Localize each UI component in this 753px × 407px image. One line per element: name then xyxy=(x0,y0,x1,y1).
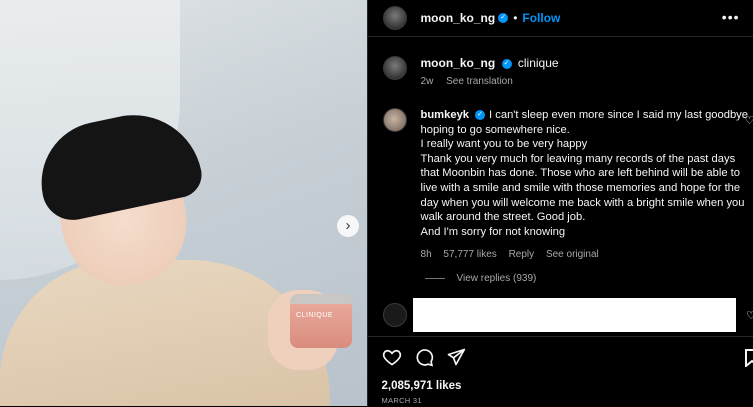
verified-badge-icon: ✓ xyxy=(501,58,512,69)
instagram-post-view: CLINIQUE › moon_ko_ng ✓ • Follow ••• moo… xyxy=(0,0,753,406)
post-caption: moon_ko_ng ✓ clinique 2w See translation xyxy=(382,56,559,87)
next-comment-item xyxy=(382,303,407,327)
see-translation-link[interactable]: See translation xyxy=(446,76,513,87)
redacted-comment-box xyxy=(412,298,736,332)
view-replies-button[interactable]: View replies (939) xyxy=(424,273,537,284)
comment-line: I really want you to be very happy xyxy=(420,138,588,151)
next-comment-like-icon[interactable]: ♡ xyxy=(746,309,753,322)
comment-bubble-icon[interactable] xyxy=(414,347,434,367)
comment-likes-link[interactable]: 57,777 likes xyxy=(443,249,496,260)
like-heart-icon[interactable] xyxy=(382,347,402,367)
caption-text[interactable]: clinique xyxy=(518,56,559,70)
comment-age: 8h xyxy=(420,249,432,261)
next-image-button[interactable]: › xyxy=(337,215,359,237)
replies-line xyxy=(424,278,445,279)
post-likes-count[interactable]: 2,085,971 likes xyxy=(382,380,462,392)
see-original-link[interactable]: See original xyxy=(546,249,599,260)
follow-button[interactable]: Follow xyxy=(522,11,560,25)
caption-meta: 2w See translation xyxy=(421,76,559,87)
commenter-username[interactable]: bumkeyk xyxy=(421,109,470,121)
caption-age: 2w xyxy=(420,76,434,87)
jar-label: CLINIQUE xyxy=(296,312,334,319)
comment-line: And I'm sorry for not knowing xyxy=(420,225,566,238)
caption-author-avatar[interactable] xyxy=(382,56,407,80)
comment-body: bumkeyk ✓ I can't sleep even more since I … xyxy=(421,108,751,263)
next-commenter-avatar[interactable] xyxy=(382,303,407,327)
caption-body: moon_ko_ng ✓ clinique 2w See translation xyxy=(421,56,559,87)
share-paper-plane-icon[interactable] xyxy=(446,347,466,367)
comment-item: bumkeyk ✓ I can't sleep even more since I … xyxy=(382,108,753,263)
author-avatar[interactable] xyxy=(382,6,407,30)
comment-line: Thank you very much for leaving many rec… xyxy=(420,152,745,224)
product-jar: CLINIQUE xyxy=(290,294,352,348)
separator-dot: • xyxy=(513,11,518,25)
chevron-right-icon: › xyxy=(345,217,351,234)
comment-like-icon[interactable]: ♡ xyxy=(745,114,753,127)
reply-button[interactable]: Reply xyxy=(509,249,535,260)
verified-badge-icon: ✓ xyxy=(475,110,486,121)
post-image[interactable]: CLINIQUE › xyxy=(0,0,367,406)
view-replies-label: View replies (939) xyxy=(456,273,537,284)
comment-line: I can't sleep even more since I said my … xyxy=(420,109,748,136)
post-side-panel: moon_ko_ng ✓ • Follow ••• moon_ko_ng ✓ c… xyxy=(366,0,753,407)
post-date[interactable]: MARCH 31 xyxy=(382,396,422,405)
action-icons xyxy=(382,347,466,367)
more-options-icon[interactable]: ••• xyxy=(722,9,740,25)
caption-username[interactable]: moon_ko_ng xyxy=(421,56,496,70)
post-header: moon_ko_ng ✓ • Follow ••• xyxy=(367,0,753,37)
author-username[interactable]: moon_ko_ng xyxy=(421,11,496,25)
verified-badge-icon: ✓ xyxy=(498,13,509,23)
save-bookmark-icon[interactable] xyxy=(744,349,753,367)
commenter-avatar[interactable] xyxy=(382,108,407,132)
comment-meta: 8h 57,777 likes Reply See original xyxy=(421,248,751,263)
post-actions: 2,085,971 likes MARCH 31 xyxy=(367,336,753,407)
